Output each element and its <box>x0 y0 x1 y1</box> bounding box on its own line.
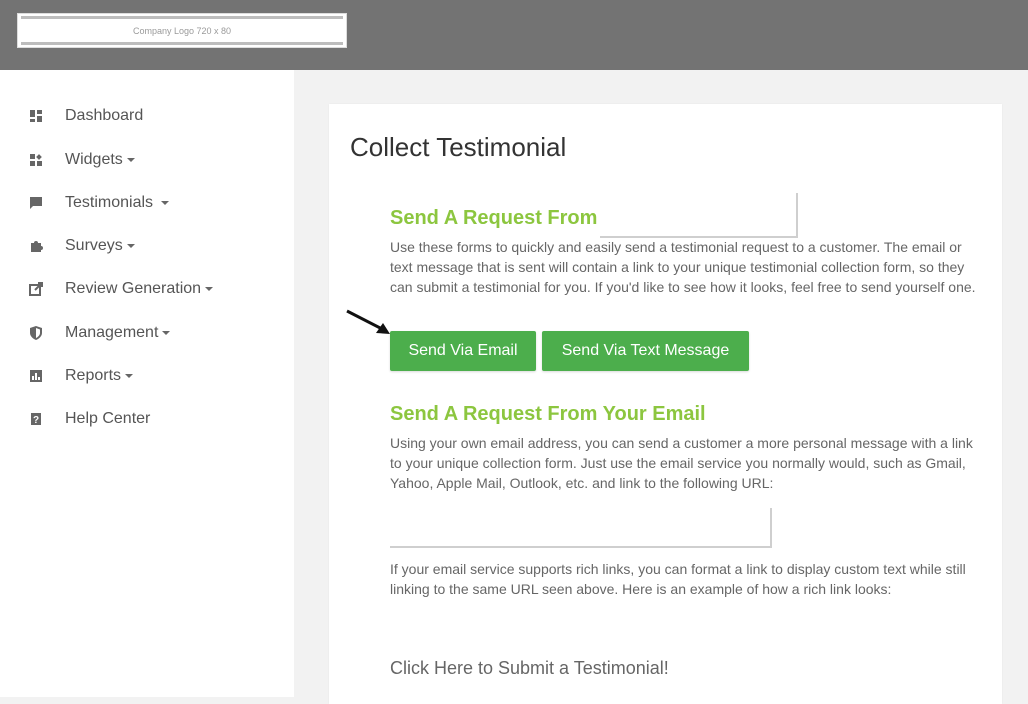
sidebar-item-label: Help Center <box>65 410 151 427</box>
shield-icon <box>30 326 42 340</box>
sidebar-item-management[interactable]: Management <box>28 322 171 344</box>
sidebar-item-label: Reports <box>65 367 122 384</box>
chevron-down-icon <box>205 287 214 291</box>
company-logo[interactable]: Company Logo 720 x 80 <box>17 13 347 48</box>
section-description: Using your own email address, you can se… <box>390 435 973 491</box>
sidebar-item-reports[interactable]: Reports <box>28 365 134 387</box>
section-title-request-from-email: Send A Request From Your Email <box>390 403 706 425</box>
help-icon: ? <box>31 413 41 426</box>
sidebar-item-review-generation[interactable]: Review Generation <box>28 278 214 300</box>
sidebar-item-help-center[interactable]: ? Help Center <box>28 408 150 430</box>
svg-text:?: ? <box>33 415 39 426</box>
sidebar-item-label: Surveys <box>65 237 123 254</box>
chevron-down-icon <box>126 158 135 162</box>
section-description: Use these forms to quickly and easily se… <box>390 239 976 295</box>
sidebar-item-label: Management <box>65 324 159 341</box>
page-title: Collect Testimonial <box>350 132 567 162</box>
chevron-down-icon <box>126 244 135 248</box>
sidebar-item-label: Testimonials <box>65 194 154 211</box>
arrow-pointer-icon <box>346 309 390 334</box>
rich-link-example[interactable]: Click Here to Submit a Testimonial! <box>390 658 669 679</box>
sidebar: Dashboard Widgets Testimonials Surveys R… <box>0 70 294 697</box>
section-title-request-from: Send A Request From <box>390 207 598 229</box>
share-icon <box>29 282 43 296</box>
send-via-email-button[interactable]: Send Via Email <box>390 331 536 371</box>
widgets-icon <box>30 154 42 166</box>
comment-icon <box>30 197 42 209</box>
chart-icon <box>30 370 42 382</box>
placeholder-field-box <box>600 193 798 238</box>
url-display-box[interactable] <box>390 508 772 548</box>
sidebar-item-dashboard[interactable]: Dashboard <box>28 105 143 127</box>
sidebar-item-label: Review Generation <box>65 280 202 297</box>
dashboard-icon <box>30 110 42 122</box>
send-via-text-message-button[interactable]: Send Via Text Message <box>542 331 749 371</box>
puzzle-icon <box>31 241 43 252</box>
sidebar-item-label: Dashboard <box>65 107 144 124</box>
sidebar-item-label: Widgets <box>65 151 123 168</box>
top-bar: Company Logo 720 x 80 <box>0 0 1028 70</box>
sidebar-item-testimonials[interactable]: Testimonials <box>28 192 170 214</box>
sidebar-item-surveys[interactable]: Surveys <box>28 235 135 257</box>
chevron-down-icon <box>125 374 134 378</box>
chevron-down-icon <box>161 201 170 205</box>
sidebar-item-widgets[interactable]: Widgets <box>28 149 135 171</box>
rich-link-description: If your email service supports rich link… <box>390 561 966 597</box>
chevron-down-icon <box>162 331 171 335</box>
logo-placeholder-text: Company Logo 720 x 80 <box>132 26 232 36</box>
